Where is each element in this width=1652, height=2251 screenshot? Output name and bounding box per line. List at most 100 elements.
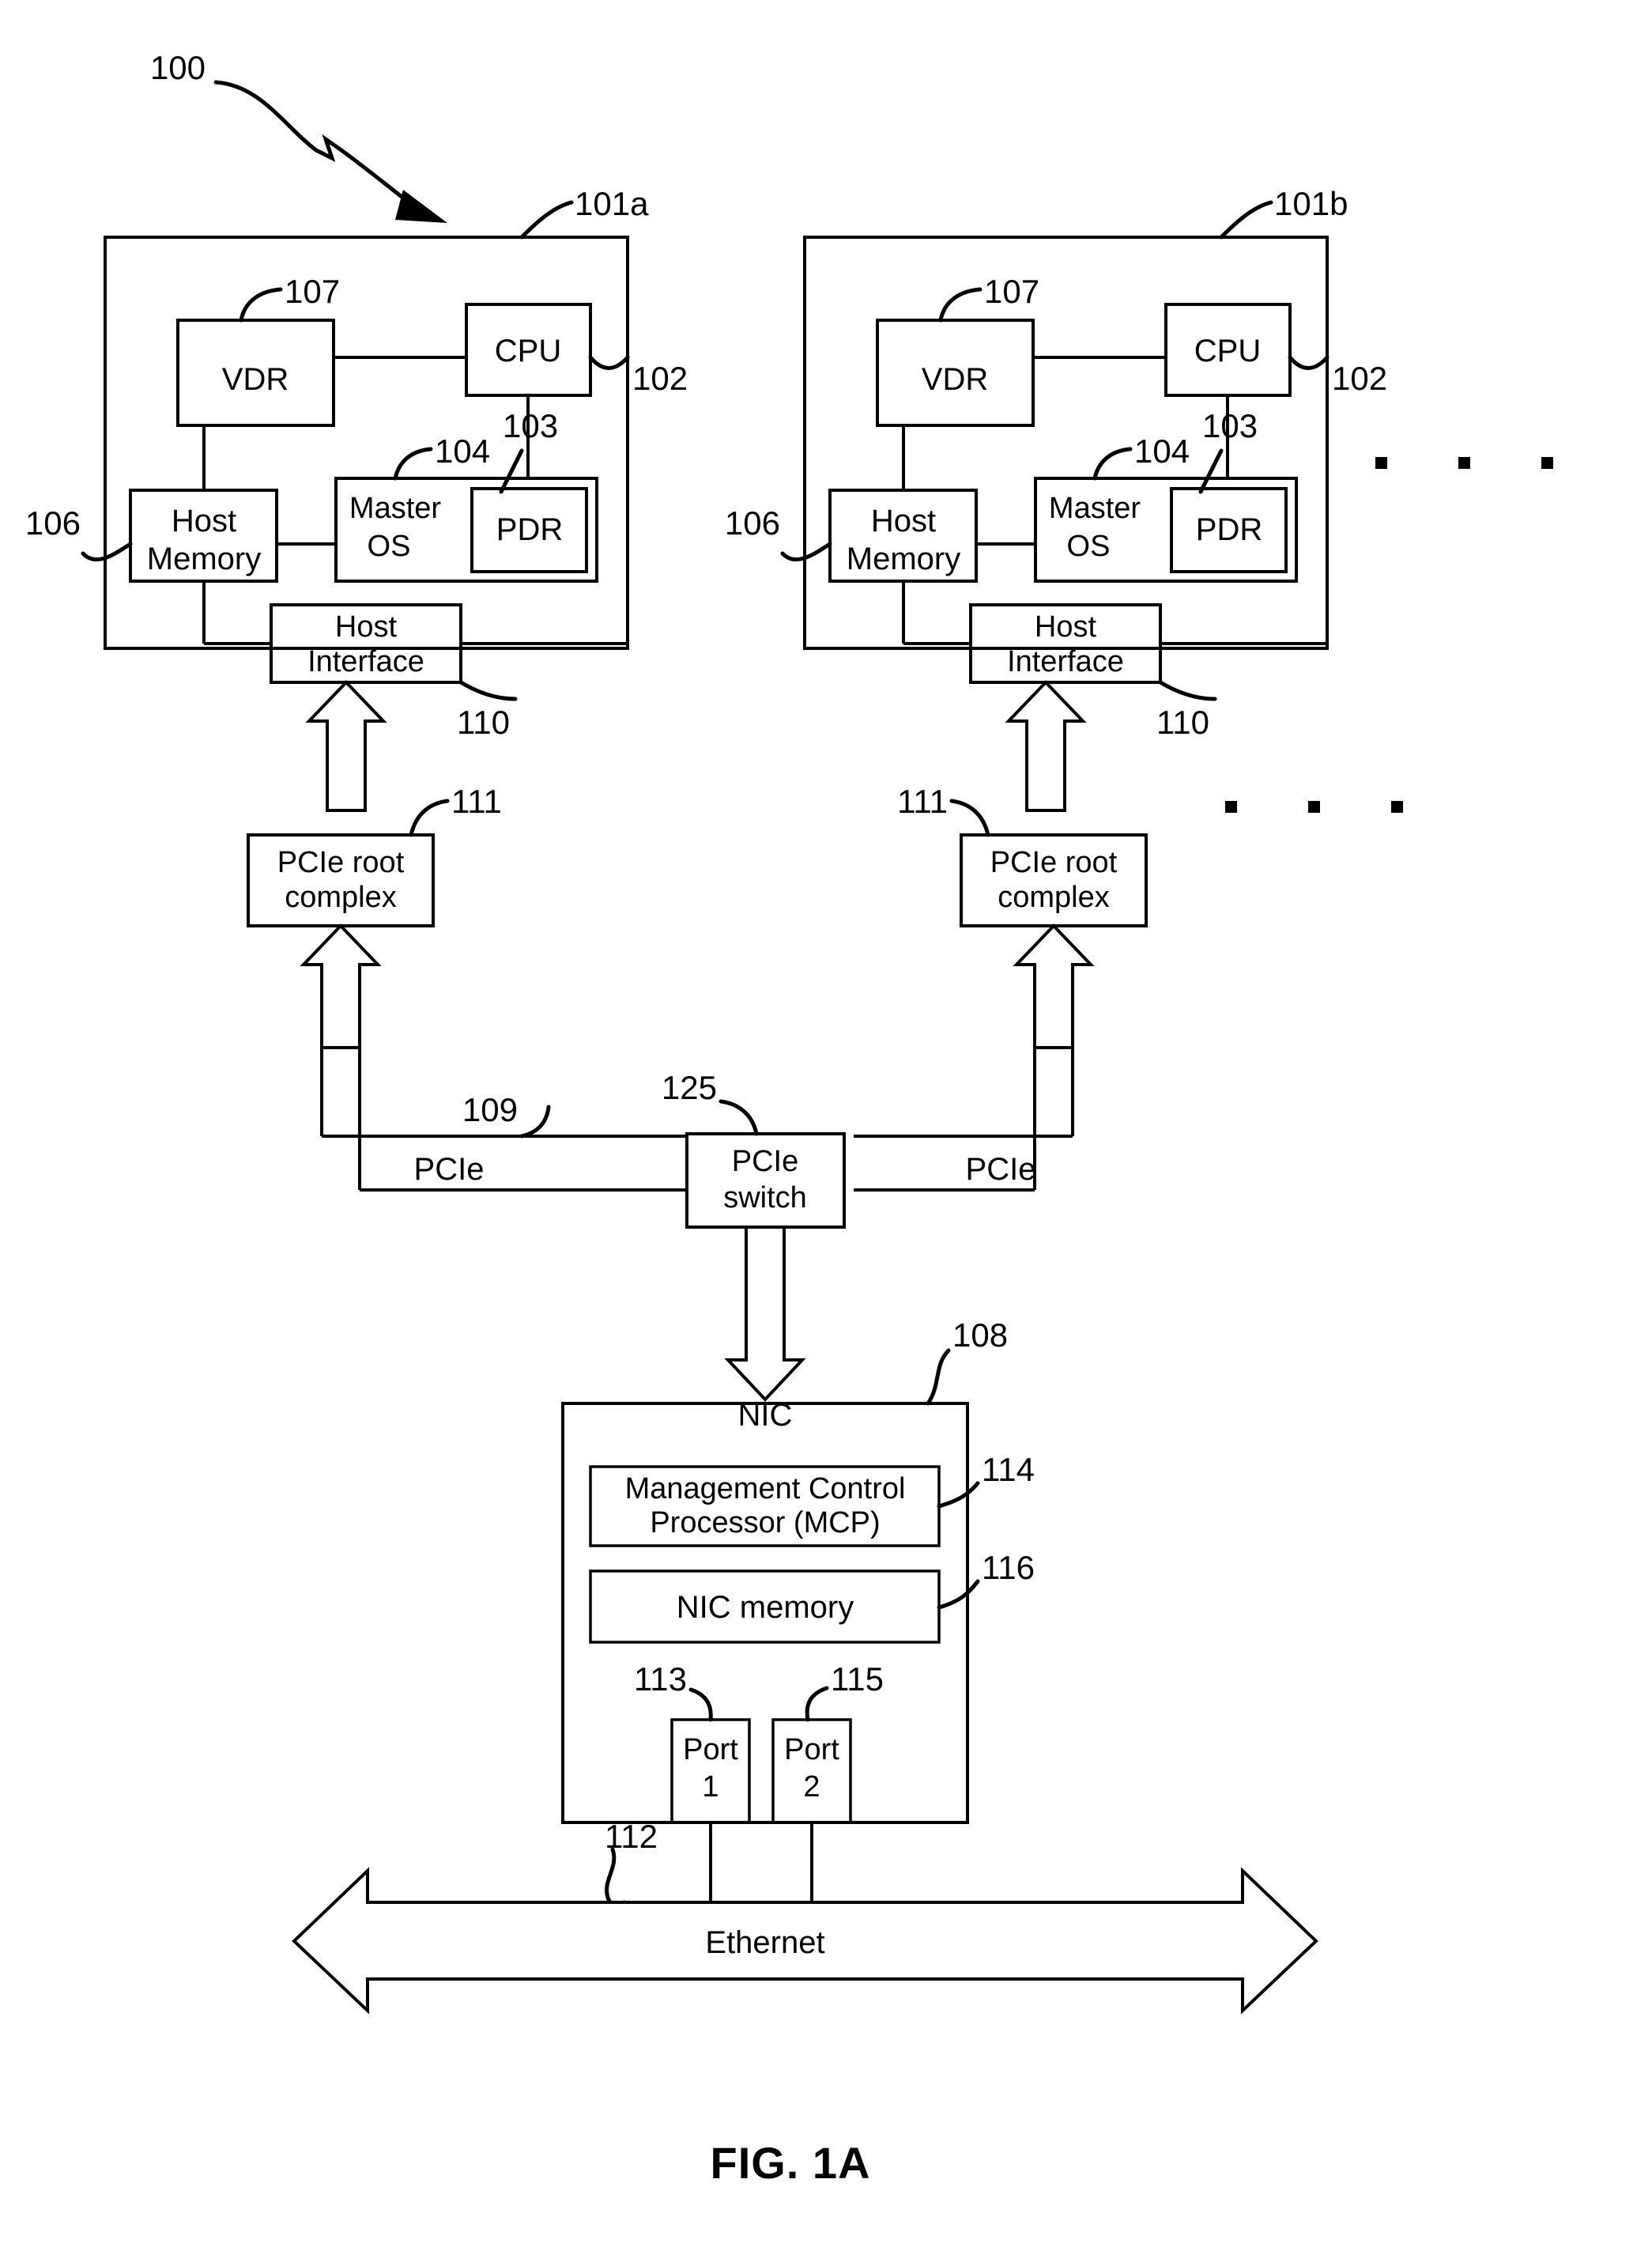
- ref-104-a: 104: [435, 432, 490, 470]
- ref-110-b: 110: [1156, 704, 1209, 741]
- nic-label: NIC: [738, 1398, 793, 1433]
- host-interface-label1-a: Host: [335, 610, 398, 644]
- ref-101b-leader: [1219, 200, 1273, 240]
- ref-104-leader-a: [393, 447, 433, 481]
- ref-108: 108: [952, 1316, 1008, 1354]
- master-os-label2-b: OS: [1067, 530, 1111, 563]
- ellipsis-row-bottom: [1225, 801, 1403, 813]
- ref-125-leader: [719, 1099, 759, 1136]
- pcie-switch-group: 109 PCIe switch 125: [462, 1069, 846, 1402]
- ellipsis-dot: [1458, 457, 1470, 469]
- host-memory-label2-a: Memory: [147, 542, 261, 576]
- ref-107-leader-a: [239, 287, 283, 323]
- ref-114: 114: [982, 1451, 1035, 1488]
- nic-group: NIC 108 Management Control Processor (MC…: [561, 1316, 1035, 1902]
- pcie-rc-label2-a: complex: [285, 881, 397, 914]
- ref-125: 125: [662, 1069, 717, 1106]
- ethernet-group: 112 Ethernet: [292, 1818, 1318, 2015]
- ref-101a-leader: [519, 200, 574, 240]
- ref-111-leader-b: [949, 799, 990, 837]
- ellipsis-dot: [1391, 801, 1403, 813]
- ref-110-leader-a: [458, 680, 518, 701]
- ethernet-label: Ethernet: [705, 1925, 824, 1960]
- ref-101a: 101a: [575, 185, 649, 222]
- host-101b: 101b VDR 107 CPU 102 103 Host Memory 106…: [725, 185, 1387, 1192]
- master-os-label1-b: Master: [1049, 492, 1141, 525]
- ref-116-leader: [937, 1579, 980, 1610]
- host-interface-label2-a: Interface: [307, 645, 424, 678]
- cpu-label-b: CPU: [1194, 334, 1261, 368]
- ref-113: 113: [634, 1660, 687, 1698]
- hostif-rootcomplex-arrow-b: [1005, 680, 1087, 812]
- ref-112: 112: [605, 1818, 658, 1855]
- ref-116: 116: [982, 1549, 1035, 1586]
- figure-caption: FIG. 1A: [710, 2138, 870, 2188]
- ref-110-leader-b: [1158, 680, 1217, 701]
- ref-107-b: 107: [984, 273, 1039, 310]
- patent-figure: 100 101a VDR 107 CPU 102 103 Host Memory: [0, 0, 1652, 2251]
- host-memory-label1-a: Host: [172, 504, 236, 538]
- vdr-label-a: VDR: [222, 362, 289, 397]
- rootcomplex-bus-arrow-b: [1013, 923, 1095, 1049]
- ref-109-leader: [519, 1105, 551, 1139]
- system-ref-leader: [213, 80, 447, 223]
- pcie-switch-label2: switch: [723, 1181, 807, 1214]
- ref-115-leader: [805, 1686, 829, 1722]
- mcp-label2: Processor (MCP): [650, 1506, 880, 1539]
- hostif-rootcomplex-arrow-a: [305, 680, 387, 812]
- pdr-label-a: PDR: [496, 512, 563, 547]
- ref-111-leader-a: [409, 799, 450, 837]
- master-os-label2-a: OS: [368, 530, 411, 563]
- rootcomplex-bus-arrow-a: [300, 923, 382, 1049]
- ellipsis-row-top: [1375, 457, 1553, 469]
- port2-label2: 2: [803, 1770, 820, 1803]
- ref-110-a: 110: [457, 704, 510, 741]
- pdr-label-b: PDR: [1196, 512, 1262, 547]
- ref-102-leader-b: [1288, 355, 1330, 370]
- ref-113-leader: [688, 1687, 713, 1722]
- host-memory-label1-b: Host: [871, 504, 936, 538]
- ellipsis-dot: [1308, 801, 1320, 813]
- cpu-label-a: CPU: [495, 334, 561, 368]
- ref-115: 115: [831, 1660, 884, 1698]
- master-os-label1-a: Master: [349, 492, 441, 525]
- host-memory-label2-b: Memory: [847, 542, 960, 576]
- host-101a: 101a VDR 107 CPU 102 103 Host Memory 106…: [25, 185, 688, 1192]
- pcie-rc-label2-b: complex: [998, 881, 1110, 914]
- ref-106-a: 106: [25, 504, 81, 542]
- ellipsis-dot: [1225, 801, 1237, 813]
- port2-label1: Port: [784, 1733, 839, 1766]
- port1-label1: Port: [683, 1733, 738, 1766]
- switch-nic-arrow: [724, 1226, 806, 1402]
- ref-111-a: 111: [451, 783, 502, 820]
- nic-memory-label: NIC memory: [677, 1590, 854, 1625]
- ref-107-leader-b: [938, 287, 983, 323]
- ellipsis-dot: [1375, 457, 1387, 469]
- ref-112-leader: [605, 1847, 627, 1907]
- ref-104-leader-b: [1092, 447, 1133, 481]
- ref-103-leader-a: [499, 448, 524, 494]
- ref-102-leader-a: [588, 355, 630, 370]
- pcie-rc-label1-a: PCIe root: [277, 846, 405, 879]
- ref-114-leader: [937, 1481, 980, 1509]
- vdr-label-b: VDR: [922, 362, 988, 397]
- ref-108-leader: [926, 1348, 951, 1406]
- ref-106-b: 106: [725, 504, 780, 542]
- ref-101b: 101b: [1274, 185, 1348, 222]
- ref-102-a: 102: [632, 360, 688, 397]
- ref-103-b: 103: [1202, 407, 1258, 444]
- ref-107-a: 107: [285, 273, 340, 310]
- host-interface-label2-b: Interface: [1007, 645, 1124, 678]
- pcie-bus-label-a: PCIe: [414, 1152, 485, 1187]
- ellipsis-dot: [1541, 457, 1553, 469]
- port1-label2: 1: [702, 1770, 719, 1803]
- pcie-bus-label-b: PCIe: [966, 1152, 1036, 1187]
- host-interface-label1-b: Host: [1035, 610, 1097, 644]
- ref-102-b: 102: [1332, 360, 1387, 397]
- pcie-switch-label1: PCIe: [732, 1145, 798, 1178]
- ref-104-b: 104: [1134, 432, 1190, 470]
- mcp-label1: Management Control: [625, 1472, 906, 1505]
- ref-103-a: 103: [503, 407, 558, 444]
- ref-100: 100: [150, 49, 206, 86]
- ref-109: 109: [462, 1091, 518, 1128]
